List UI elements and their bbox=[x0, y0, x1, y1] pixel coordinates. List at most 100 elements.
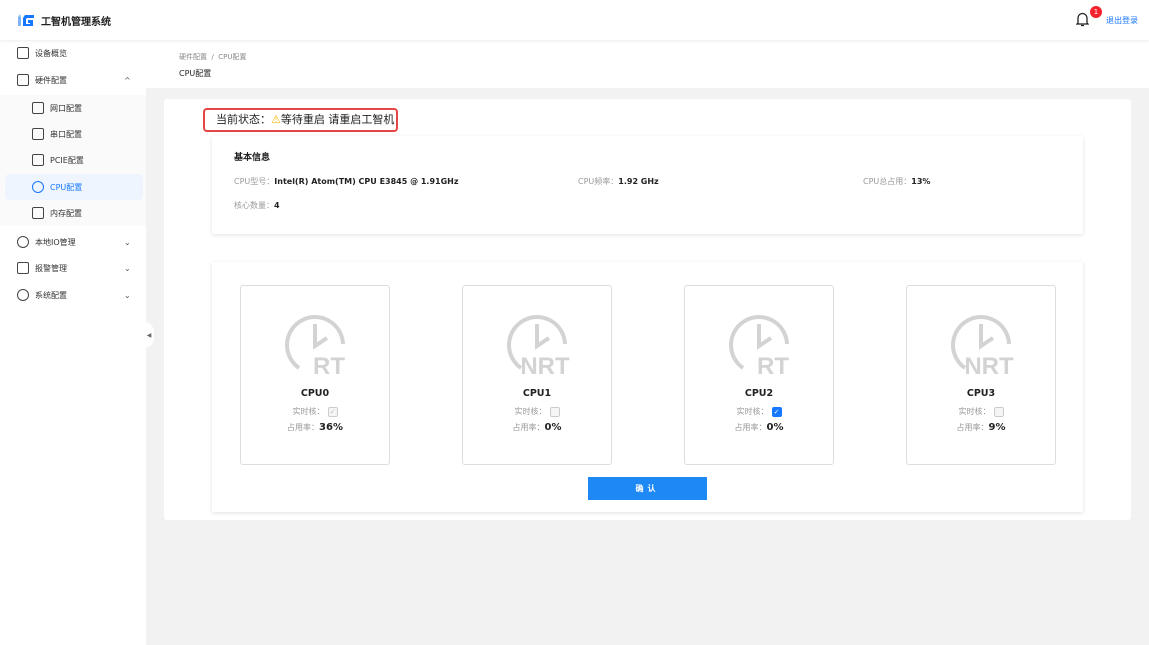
realtime-label: 实时核： bbox=[958, 407, 991, 416]
breadcrumb[interactable]: 硬件配置 / CPU配置 bbox=[179, 52, 247, 62]
chevron-down-icon: ⌄ bbox=[124, 290, 131, 300]
usage-label: 占用率： bbox=[956, 423, 989, 432]
usage-label: 占用率： bbox=[287, 423, 320, 432]
status-label: 当前状态： bbox=[216, 113, 271, 126]
sidebar-item-label: 内存配置 bbox=[50, 208, 82, 218]
cpu-card: RT CPU2 实时核： ✓ 占用率：0% bbox=[684, 285, 834, 465]
cpu-total-usage: CPU总占用：13% bbox=[863, 176, 930, 187]
chevron-up-icon: ^ bbox=[124, 75, 131, 85]
sidebar-item-label: 串口配置 bbox=[50, 129, 82, 139]
cpu-gear-icon bbox=[32, 181, 44, 193]
cpu-model: CPU型号：Intel(R) Atom(TM) CPU E3845 @ 1.91… bbox=[234, 176, 459, 187]
cpu-frequency: CPU频率：1.92 GHz bbox=[578, 176, 659, 187]
sidebar-item-label: 设备概览 bbox=[35, 48, 67, 58]
sidebar-item-hardware[interactable]: 硬件配置 ^ bbox=[0, 67, 146, 93]
sidebar-item-pcie[interactable]: PCIE配置 bbox=[0, 147, 146, 173]
cpu-card: NRT CPU3 实时核： 占用率：9% bbox=[906, 285, 1056, 465]
sidebar-item-alarm[interactable]: 报警管理 ⌄ bbox=[0, 255, 146, 281]
core-type-label: NRT bbox=[520, 353, 570, 376]
value: 1.92 GHz bbox=[618, 177, 659, 186]
sidebar-item-overview[interactable]: 设备概览 bbox=[0, 40, 146, 66]
core-type-label: NRT bbox=[964, 353, 1014, 376]
app-title: 工智机管理系统 bbox=[41, 16, 111, 28]
pcie-icon bbox=[32, 154, 44, 166]
cpu-card: RT CPU0 实时核： ✓ 占用率：36% bbox=[240, 285, 390, 465]
sidebar-item-memory[interactable]: 内存配置 bbox=[0, 200, 146, 226]
sidebar-item-network[interactable]: 网口配置 bbox=[0, 95, 146, 121]
chevron-down-icon: ⌄ bbox=[124, 263, 131, 273]
realtime-row: 实时核： ✓ bbox=[241, 406, 389, 417]
label: CPU型号： bbox=[234, 177, 275, 186]
sidebar: 设备概览 硬件配置 ^ 网口配置 串口配置 PCIE配置 CPU配置 内存配置 本… bbox=[0, 40, 146, 645]
realtime-label: 实时核： bbox=[292, 407, 325, 416]
realtime-checkbox[interactable]: ✓ bbox=[327, 406, 338, 417]
realtime-row: 实时核： ✓ bbox=[685, 406, 833, 417]
usage-row: 占用率：9% bbox=[907, 422, 1055, 433]
value: 13% bbox=[911, 177, 931, 186]
realtime-checkbox[interactable] bbox=[993, 406, 1004, 417]
logo: 工智机管理系统 bbox=[17, 12, 111, 28]
realtime-checkbox[interactable] bbox=[549, 406, 560, 417]
serial-icon bbox=[32, 128, 44, 140]
core-type-label: RT bbox=[313, 353, 345, 376]
cpu-name: CPU2 bbox=[744, 388, 774, 399]
warning-icon: ⚠ bbox=[271, 113, 281, 126]
basic-info-card: 基本信息 CPU型号：Intel(R) Atom(TM) CPU E3845 @… bbox=[212, 136, 1083, 234]
hardware-icon bbox=[17, 74, 29, 86]
realtime-row: 实时核： bbox=[907, 406, 1055, 417]
notification-badge: 1 bbox=[1090, 6, 1102, 18]
usage-value: 36% bbox=[319, 422, 343, 433]
sidebar-item-serial[interactable]: 串口配置 bbox=[0, 121, 146, 147]
alarm-icon bbox=[17, 262, 29, 274]
label: CPU总占用： bbox=[863, 177, 912, 186]
value: 4 bbox=[274, 201, 280, 210]
logout-link[interactable]: 退出登录 bbox=[1106, 15, 1138, 26]
cpu-card: NRT CPU1 实时核： 占用率：0% bbox=[462, 285, 612, 465]
realtime-row: 实时核： bbox=[463, 406, 611, 417]
realtime-label: 实时核： bbox=[736, 407, 769, 416]
cpu-name: CPU3 bbox=[966, 388, 996, 399]
rt-clock-icon: RT bbox=[285, 315, 345, 376]
realtime-checkbox[interactable]: ✓ bbox=[771, 406, 782, 417]
sidebar-item-label: PCIE配置 bbox=[50, 155, 84, 165]
breadcrumb-bar: 硬件配置 / CPU配置 CPU配置 bbox=[146, 40, 1149, 88]
grid-icon bbox=[17, 47, 29, 59]
sidebar-item-label: 网口配置 bbox=[50, 103, 82, 113]
settings-icon bbox=[17, 289, 29, 301]
memory-icon bbox=[32, 207, 44, 219]
nrt-clock-icon: NRT bbox=[951, 315, 1014, 376]
network-icon bbox=[32, 102, 44, 114]
section-title: 基本信息 bbox=[234, 153, 271, 163]
sidebar-item-label: 本地IO管理 bbox=[35, 237, 76, 247]
status-alert: 当前状态：⚠等待重启 请重启工智机 bbox=[203, 108, 398, 132]
confirm-button[interactable]: 确认 bbox=[588, 477, 707, 500]
usage-row: 占用率：0% bbox=[685, 422, 833, 433]
sidebar-collapse-button[interactable]: ◀ bbox=[144, 322, 154, 348]
usage-value: 0% bbox=[766, 422, 784, 433]
usage-row: 占用率：0% bbox=[463, 422, 611, 433]
bell-icon[interactable] bbox=[1076, 12, 1089, 27]
sidebar-item-label: 硬件配置 bbox=[35, 75, 67, 85]
usage-label: 占用率： bbox=[734, 423, 767, 432]
usage-row: 占用率：36% bbox=[241, 422, 389, 433]
sidebar-item-local-io[interactable]: 本地IO管理 ⌄ bbox=[0, 229, 146, 255]
nrt-clock-icon: NRT bbox=[507, 315, 570, 376]
sidebar-item-label: 报警管理 bbox=[35, 263, 67, 273]
sidebar-item-system[interactable]: 系统配置 ⌄ bbox=[0, 282, 146, 308]
sidebar-item-label: 系统配置 bbox=[35, 290, 67, 300]
label: 核心数量： bbox=[234, 201, 274, 210]
label: CPU频率： bbox=[578, 177, 619, 186]
chevron-down-icon: ⌄ bbox=[124, 237, 131, 247]
cpu-name: CPU1 bbox=[522, 388, 552, 399]
logo-icon bbox=[18, 14, 34, 26]
usage-label: 占用率： bbox=[512, 423, 545, 432]
core-type-label: RT bbox=[757, 353, 789, 376]
cpu-name: CPU0 bbox=[300, 388, 330, 399]
sidebar-item-cpu[interactable]: CPU配置 bbox=[5, 174, 143, 200]
value: Intel(R) Atom(TM) CPU E3845 @ 1.91GHz bbox=[274, 177, 459, 186]
top-header: 工智机管理系统 1 退出登录 bbox=[0, 0, 1149, 40]
core-count: 核心数量：4 bbox=[234, 200, 280, 211]
usage-value: 9% bbox=[988, 422, 1006, 433]
rt-clock-icon: RT bbox=[729, 315, 789, 376]
status-text: 等待重启 请重启工智机 bbox=[280, 113, 395, 126]
